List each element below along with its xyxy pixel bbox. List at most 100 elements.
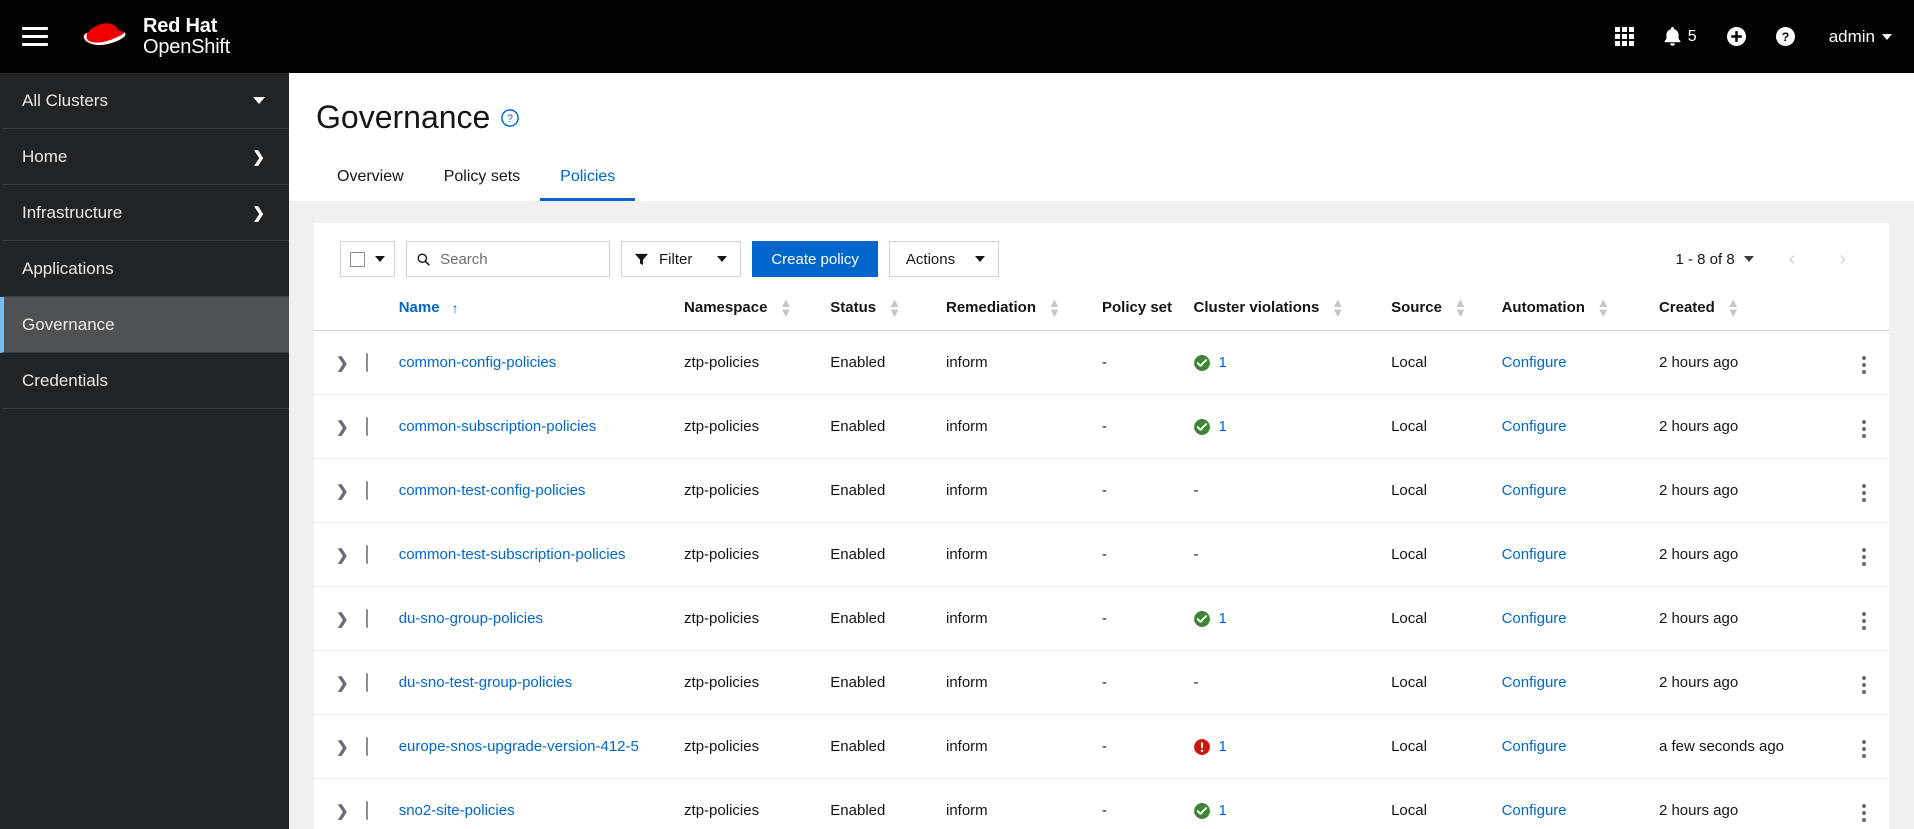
row-checkbox[interactable] — [365, 545, 368, 564]
policy-name-link[interactable]: du-sno-test-group-policies — [399, 674, 572, 691]
row-automation-cell: Configure — [1493, 586, 1651, 651]
row-created-cell: 2 hours ago — [1650, 778, 1839, 829]
violation-count-link[interactable]: 1 — [1219, 738, 1227, 755]
actions-dropdown[interactable]: Actions — [888, 241, 1000, 277]
violation-count-link[interactable]: 1 — [1219, 354, 1227, 371]
sidebar-cluster-selector[interactable]: All Clusters — [0, 73, 289, 129]
th-cluster-violations[interactable]: Cluster violations ▲ ▼ — [1185, 291, 1384, 331]
question-circle-icon[interactable]: ? — [1775, 27, 1795, 46]
row-name-cell: du-sno-test-group-policies — [390, 650, 677, 715]
configure-automation-link[interactable]: Configure — [1502, 610, 1567, 627]
hamburger-menu-icon[interactable] — [18, 20, 52, 54]
configure-automation-link[interactable]: Configure — [1502, 802, 1567, 819]
sidebar-item-applications[interactable]: Applications — [0, 241, 289, 297]
search-input-wrapper[interactable] — [406, 241, 610, 277]
policy-name-link[interactable]: sno2-site-policies — [399, 802, 515, 819]
th-namespace-label: Namespace — [684, 299, 768, 316]
row-kebab-menu-icon[interactable] — [1858, 608, 1870, 634]
configure-automation-link[interactable]: Configure — [1502, 738, 1567, 755]
configure-automation-link[interactable]: Configure — [1502, 546, 1567, 563]
tab-policy-sets[interactable]: Policy sets — [424, 156, 540, 201]
expand-row-chevron-icon[interactable]: ❯ — [336, 483, 349, 500]
violation-count-link[interactable]: 1 — [1219, 802, 1227, 819]
row-checkbox[interactable] — [365, 737, 368, 756]
row-kebab-menu-icon[interactable] — [1858, 480, 1870, 506]
row-namespace-cell: ztp-policies — [676, 330, 823, 395]
th-status[interactable]: Status ▲ ▼ — [822, 291, 938, 331]
configure-automation-link[interactable]: Configure — [1502, 418, 1567, 435]
policy-name-link[interactable]: common-config-policies — [399, 354, 557, 371]
tab-overview[interactable]: Overview — [317, 156, 424, 201]
chevron-down-icon — [1743, 256, 1754, 262]
tab-policies[interactable]: Policies — [540, 156, 636, 201]
table-row: ❯ du-sno-group-policies ztp-policies Enable… — [314, 586, 1889, 651]
th-remediation[interactable]: Remediation ▲ ▼ — [937, 291, 1094, 331]
row-checkbox[interactable] — [365, 481, 368, 500]
row-kebab-menu-icon[interactable] — [1858, 736, 1870, 762]
row-status-cell: Enabled — [822, 394, 938, 459]
row-source-cell: Local — [1383, 458, 1494, 523]
expand-row-chevron-icon[interactable]: ❯ — [336, 419, 349, 436]
filter-dropdown[interactable]: Filter — [621, 241, 742, 277]
sidebar-item-credentials[interactable]: Credentials — [0, 353, 289, 409]
expand-row-chevron-icon[interactable]: ❯ — [336, 355, 349, 372]
apps-grid-icon[interactable] — [1614, 27, 1634, 46]
th-created[interactable]: Created ▲ ▼ — [1650, 291, 1839, 331]
sidebar-item-governance[interactable]: Governance — [0, 297, 289, 353]
policy-name-link[interactable]: du-sno-group-policies — [399, 610, 543, 627]
th-automation[interactable]: Automation ▲ ▼ — [1493, 291, 1651, 331]
violation-count-link[interactable]: 1 — [1219, 418, 1227, 435]
row-expand-cell: ❯ — [314, 650, 358, 715]
configure-automation-link[interactable]: Configure — [1502, 674, 1567, 691]
th-namespace[interactable]: Namespace ▲ ▼ — [676, 291, 823, 331]
sidebar-item-infrastructure[interactable]: Infrastructure ❯ — [0, 185, 289, 241]
top-pagination-label[interactable]: 1 - 8 of 8 — [1675, 251, 1754, 268]
actions-label: Actions — [905, 250, 956, 268]
notifications-bell-icon[interactable]: 5 — [1664, 27, 1697, 46]
configure-automation-link[interactable]: Configure — [1502, 482, 1567, 499]
row-checkbox[interactable] — [365, 417, 368, 436]
top-prev-page-button[interactable]: ‹ — [1780, 248, 1805, 271]
row-remediation-cell: inform — [937, 330, 1094, 395]
row-checkbox[interactable] — [365, 353, 368, 372]
user-menu-admin[interactable]: admin — [1829, 27, 1892, 47]
create-policy-button[interactable]: Create policy — [752, 241, 878, 277]
row-automation-cell: Configure — [1493, 394, 1651, 459]
configure-automation-link[interactable]: Configure — [1502, 354, 1567, 371]
row-checkbox[interactable] — [365, 801, 368, 820]
policy-name-link[interactable]: common-subscription-policies — [399, 418, 597, 435]
row-name-cell: common-test-config-policies — [390, 458, 677, 523]
expand-row-chevron-icon[interactable]: ❯ — [336, 739, 349, 756]
select-all-checkbox[interactable] — [350, 251, 365, 267]
search-input[interactable] — [440, 250, 599, 268]
masthead: Red Hat OpenShift 5 ? admin — [0, 0, 1914, 73]
row-checkbox[interactable] — [365, 609, 368, 628]
expand-row-chevron-icon[interactable]: ❯ — [336, 611, 349, 628]
th-name[interactable]: Name ↑ — [390, 291, 677, 331]
row-kebab-menu-icon[interactable] — [1858, 352, 1870, 378]
th-source[interactable]: Source ▲ ▼ — [1383, 291, 1494, 331]
chevron-down-icon — [717, 256, 728, 262]
plus-circle-icon[interactable] — [1726, 27, 1746, 46]
policy-name-link[interactable]: europe-snos-upgrade-version-412-5 — [399, 738, 639, 755]
expand-row-chevron-icon[interactable]: ❯ — [336, 547, 349, 564]
expand-row-chevron-icon[interactable]: ❯ — [336, 675, 349, 692]
expand-row-chevron-icon[interactable]: ❯ — [336, 803, 349, 820]
row-kebab-menu-icon[interactable] — [1858, 800, 1870, 826]
help-question-icon[interactable]: ? — [501, 108, 520, 127]
row-checkbox[interactable] — [365, 673, 368, 692]
row-namespace-cell: ztp-policies — [676, 714, 823, 779]
sort-icon: ▲ ▼ — [1596, 295, 1610, 320]
row-kebab-menu-icon[interactable] — [1858, 544, 1870, 570]
row-status-cell: Enabled — [822, 778, 938, 829]
row-checkbox-cell — [357, 586, 391, 651]
row-kebab-menu-icon[interactable] — [1858, 672, 1870, 698]
select-all-dropdown[interactable] — [340, 241, 395, 277]
brand-logo[interactable]: Red Hat OpenShift — [80, 15, 230, 58]
policy-name-link[interactable]: common-test-subscription-policies — [399, 546, 626, 563]
policy-name-link[interactable]: common-test-config-policies — [399, 482, 586, 499]
sidebar-item-home[interactable]: Home ❯ — [0, 129, 289, 185]
violation-count-link[interactable]: 1 — [1219, 610, 1227, 627]
top-next-page-button[interactable]: › — [1830, 248, 1855, 271]
row-kebab-menu-icon[interactable] — [1858, 416, 1870, 442]
